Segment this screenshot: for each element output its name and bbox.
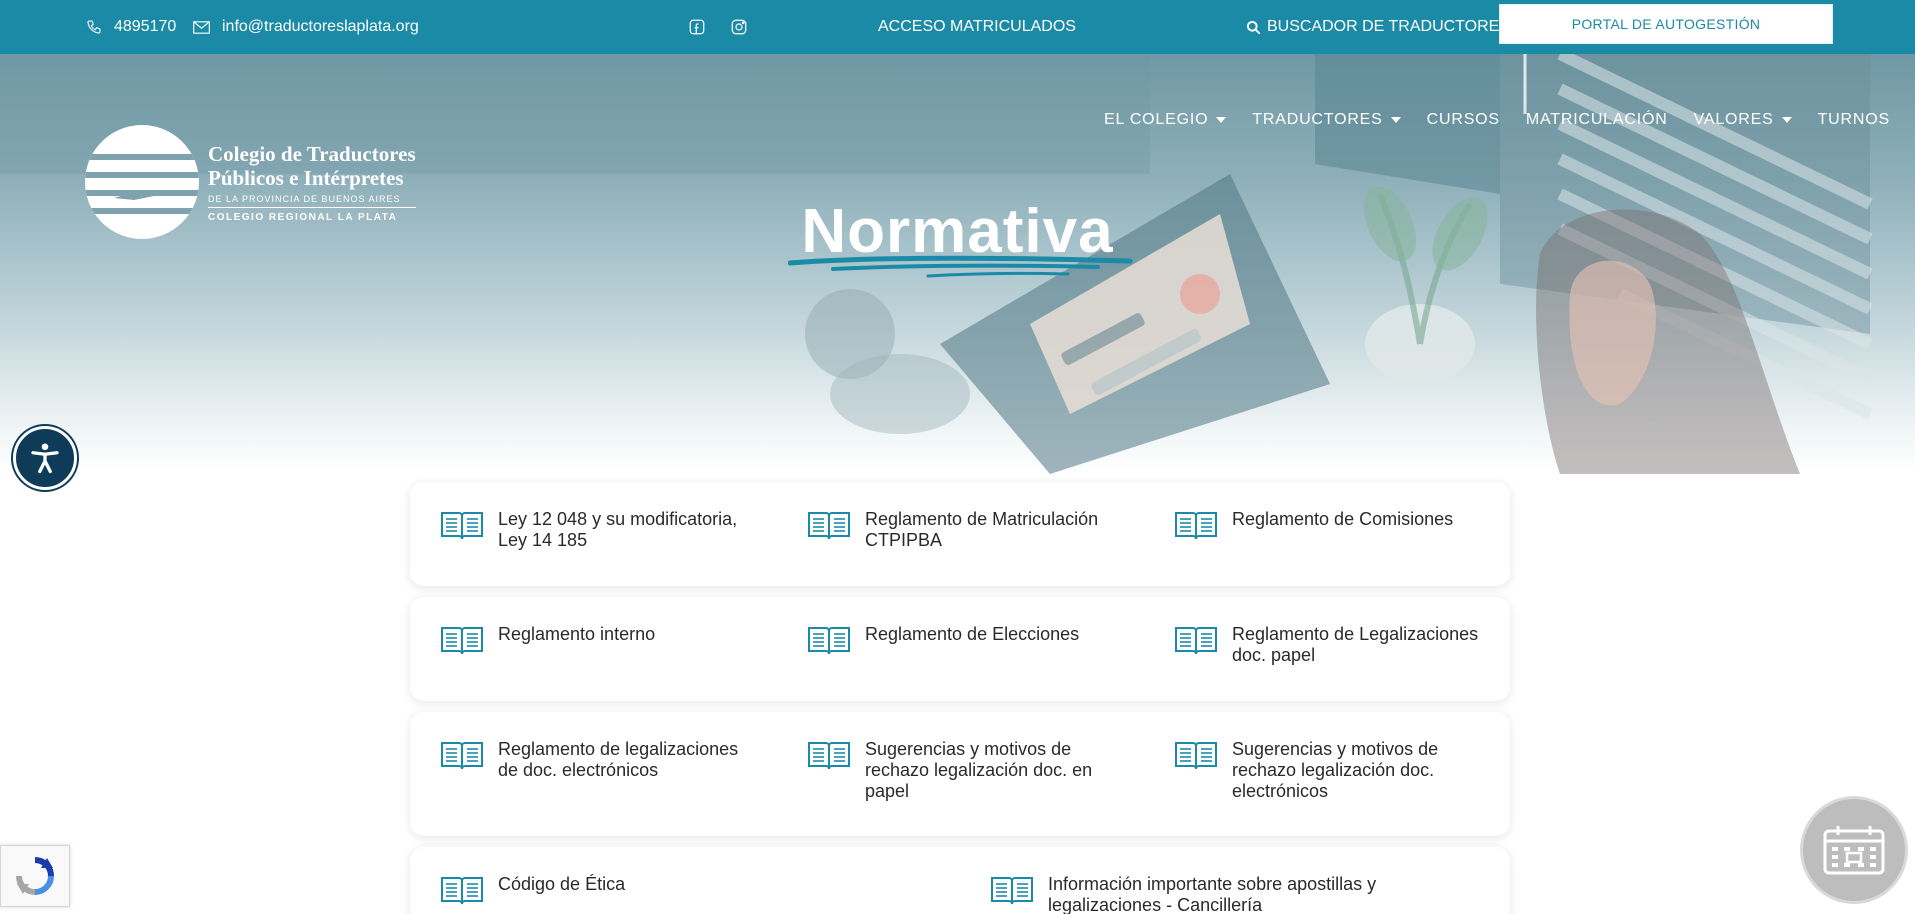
calendar-icon bbox=[1823, 826, 1885, 875]
nav-label: CURSOS bbox=[1426, 111, 1500, 128]
documents-row-1: Ley 12 048 y su modificatoria, Ley 14 18… bbox=[410, 482, 1510, 586]
accessibility-icon bbox=[31, 443, 59, 474]
nav-label: EL COLEGIO bbox=[1104, 111, 1209, 128]
search-icon bbox=[1246, 20, 1261, 35]
document-label: Sugerencias y motivos de rechazo legaliz… bbox=[865, 739, 1093, 801]
phone-number: 4895170 bbox=[114, 18, 177, 35]
caret-down-icon bbox=[1781, 117, 1792, 123]
document-link-reglamento-legalizaciones-papel[interactable]: Reglamento de Legalizaciones doc. papel bbox=[1174, 624, 1494, 666]
nav-item-el-colegio[interactable]: EL COLEGIO bbox=[1104, 111, 1227, 129]
documents-row-2: Reglamento interno Reglamento de Eleccio… bbox=[410, 597, 1510, 701]
document-link-codigo-etica[interactable]: Código de Ética bbox=[440, 874, 840, 907]
book-icon bbox=[808, 627, 850, 655]
translator-search-link[interactable]: BUSCADOR DE TRADUCTORES bbox=[1246, 0, 1510, 54]
recaptcha-icon bbox=[16, 857, 54, 895]
nav-item-turnos[interactable]: TURNOS bbox=[1818, 111, 1890, 129]
translator-search-label: BUSCADOR DE TRADUCTORES bbox=[1267, 18, 1510, 35]
document-label: Sugerencias y motivos de rechazo legaliz… bbox=[1232, 739, 1439, 801]
book-icon bbox=[1175, 627, 1217, 655]
nav-label: VALORES bbox=[1693, 111, 1774, 128]
documents-row-3: Reglamento de legalizaciones de doc. ele… bbox=[410, 712, 1510, 836]
email-link[interactable]: info@traductoreslaplata.org bbox=[193, 0, 419, 54]
book-icon bbox=[441, 742, 483, 770]
book-icon bbox=[441, 627, 483, 655]
facebook-icon bbox=[688, 18, 706, 36]
nav-item-cursos[interactable]: CURSOS bbox=[1427, 111, 1500, 129]
book-icon bbox=[1175, 512, 1217, 540]
document-label: Reglamento de Matriculación CTPIPBA bbox=[865, 509, 1099, 550]
document-link-informacion-apostillas[interactable]: Información importante sobre apostillas … bbox=[990, 874, 1430, 914]
phone-icon bbox=[86, 19, 102, 35]
book-icon bbox=[1175, 742, 1217, 770]
document-link-sugerencias-rechazo-papel[interactable]: Sugerencias y motivos de rechazo legaliz… bbox=[807, 739, 1127, 802]
self-service-portal-button[interactable]: PORTAL DE AUTOGESTIÓN bbox=[1499, 4, 1833, 44]
book-icon bbox=[441, 512, 483, 540]
book-icon bbox=[808, 512, 850, 540]
facebook-link[interactable] bbox=[688, 0, 706, 54]
access-members-link[interactable]: ACCESO MATRICULADOS bbox=[878, 0, 1076, 54]
caret-down-icon bbox=[1390, 117, 1401, 123]
access-members-label: ACCESO MATRICULADOS bbox=[878, 18, 1076, 35]
book-icon bbox=[441, 877, 483, 905]
title-underline-decoration bbox=[788, 255, 1133, 278]
document-label: Código de Ética bbox=[498, 874, 626, 894]
nav-label: TRADUCTORES bbox=[1252, 111, 1383, 128]
calendar-button[interactable] bbox=[1800, 796, 1908, 904]
logo-line-1: Colegio de Traductores bbox=[208, 141, 416, 166]
document-link-reglamento-comisiones[interactable]: Reglamento de Comisiones bbox=[1174, 509, 1494, 542]
instagram-link[interactable] bbox=[730, 0, 748, 54]
top-bar: 4895170 info@traductoreslaplata.org ACCE… bbox=[0, 0, 1915, 54]
instagram-icon bbox=[730, 18, 748, 36]
book-icon bbox=[808, 742, 850, 770]
document-label: Reglamento de Comisiones bbox=[1232, 509, 1454, 529]
document-label: Reglamento de legalizaciones de doc. ele… bbox=[498, 739, 739, 780]
nav-item-valores[interactable]: VALORES bbox=[1694, 111, 1792, 129]
recaptcha-badge[interactable] bbox=[0, 845, 70, 907]
document-link-reglamento-legalizaciones-electronicos[interactable]: Reglamento de legalizaciones de doc. ele… bbox=[440, 739, 760, 781]
document-label: Reglamento de Legalizaciones doc. papel bbox=[1232, 624, 1479, 665]
nav-item-matriculacion[interactable]: MATRICULACIÓN bbox=[1526, 111, 1668, 129]
document-label: Ley 12 048 y su modificatoria, Ley 14 18… bbox=[498, 509, 738, 550]
nav-label: TURNOS bbox=[1817, 111, 1890, 128]
document-link-ley-12048[interactable]: Ley 12 048 y su modificatoria, Ley 14 18… bbox=[440, 509, 760, 551]
document-label: Información importante sobre apostillas … bbox=[1048, 874, 1377, 914]
document-link-reglamento-interno[interactable]: Reglamento interno bbox=[440, 624, 760, 657]
logo-line-2: Públicos e Intérpretes bbox=[208, 165, 404, 190]
book-icon bbox=[991, 877, 1033, 905]
document-link-reglamento-matriculacion[interactable]: Reglamento de Matriculación CTPIPBA bbox=[807, 509, 1127, 551]
caret-down-icon bbox=[1216, 117, 1227, 123]
mail-icon bbox=[193, 20, 210, 34]
document-link-reglamento-elecciones[interactable]: Reglamento de Elecciones bbox=[807, 624, 1127, 657]
hero-banner: Colegio de Traductores Públicos e Intérp… bbox=[0, 54, 1915, 474]
document-label: Reglamento de Elecciones bbox=[865, 624, 1080, 644]
nav-label: MATRICULACIÓN bbox=[1525, 111, 1668, 128]
email-address: info@traductoreslaplata.org bbox=[222, 18, 419, 35]
nav-item-traductores[interactable]: TRADUCTORES bbox=[1252, 111, 1401, 129]
main-nav: EL COLEGIO TRADUCTORES CURSOS MATRICULAC… bbox=[1104, 111, 1890, 129]
document-label: Reglamento interno bbox=[498, 624, 656, 644]
document-link-sugerencias-rechazo-electronicos[interactable]: Sugerencias y motivos de rechazo legaliz… bbox=[1174, 739, 1494, 802]
accessibility-button[interactable] bbox=[13, 426, 77, 490]
documents-row-4: Código de Ética Información importante s… bbox=[410, 847, 1510, 914]
phone-link[interactable]: 4895170 bbox=[86, 0, 176, 54]
